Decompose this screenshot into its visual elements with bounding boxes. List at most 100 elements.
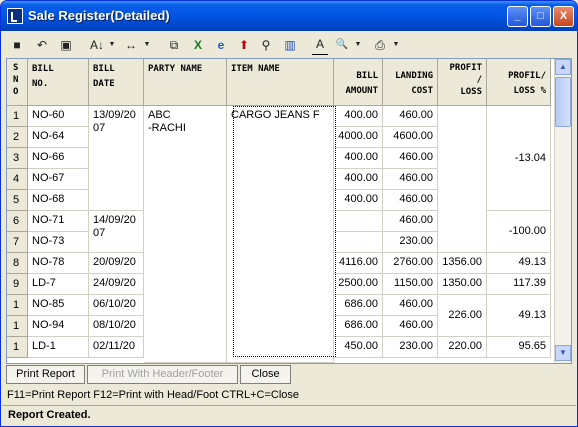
cell-bill-date[interactable]: 13/09/20 07 [89,106,144,211]
cell-bill-amount[interactable]: 686.00 [334,316,383,337]
sort-az-icon[interactable]: A↓ [87,36,107,54]
cell-profit-loss[interactable]: 1350.00 [438,274,487,295]
row-header[interactable]: 1 [7,316,28,337]
row-header[interactable]: 8 [7,253,28,274]
undo-icon[interactable]: ↶ [34,36,50,54]
cell-bill-date[interactable]: 24/09/20 [89,274,144,295]
cell-bill-amount[interactable]: 4000.00 [334,127,383,148]
cell-bill-amount[interactable]: 400.00 [334,148,383,169]
font-icon[interactable]: A [312,36,328,55]
row-header[interactable]: 4 [7,169,28,190]
printer-dropdown-icon[interactable]: ▼ [392,36,400,54]
cell-bill-no[interactable]: NO-68 [28,190,89,211]
cell-landing-cost[interactable]: 460.00 [383,190,438,211]
cell-bill-date[interactable]: 08/10/20 [89,316,144,337]
copy-window-icon[interactable]: ▣ [58,36,74,54]
header-profit-loss[interactable]: PROFIT / LOSS [438,59,487,106]
cell-profit-loss[interactable]: 1356.00 [438,253,487,274]
cell-landing-cost[interactable]: 4600.00 [383,127,438,148]
cell-bill-date[interactable]: 06/10/20 [89,295,144,316]
row-header[interactable]: 1 [7,106,28,127]
cell-bill-no[interactable]: NO-60 [28,106,89,127]
copy-icon[interactable]: ⧉ [166,36,182,54]
cell-bill-amount[interactable]: 400.00 [334,106,383,127]
cell-landing-cost[interactable]: 460.00 [383,148,438,169]
cell-item-name[interactable]: CARGO JEANS F [227,106,334,363]
save-icon[interactable]: ■ [9,36,25,54]
cell-bill-amount[interactable]: 450.00 [334,337,383,358]
cell-landing-cost[interactable]: 230.00 [383,337,438,358]
cell-profit-loss-pct[interactable]: 95.65 [487,337,551,358]
row-header[interactable]: 3 [7,148,28,169]
report-grid[interactable]: S N O BILL NO. BILL DATE PARTY NAME ITEM… [6,58,572,364]
cell-landing-cost[interactable]: 460.00 [383,316,438,337]
row-header[interactable]: 1 [7,337,28,358]
scroll-thumb[interactable] [555,77,571,127]
cell-bill-date[interactable]: 20/09/20 [89,253,144,274]
cell-bill-no[interactable]: LD-1 [28,337,89,358]
cell-bill-no[interactable]: NO-94 [28,316,89,337]
column-width-icon[interactable]: ↔ [121,36,141,54]
cell-bill-amount[interactable] [334,232,383,253]
cell-bill-no[interactable]: NO-85 [28,295,89,316]
header-profit-loss-pct[interactable]: PROFIL/ LOSS % [487,59,551,106]
cell-landing-cost[interactable]: 460.00 [383,106,438,127]
maximize-button[interactable]: □ [530,6,551,27]
cell-profit-loss[interactable]: 220.00 [438,337,487,358]
cell-landing-cost[interactable]: 1150.00 [383,274,438,295]
cell-bill-date[interactable]: 14/09/20 07 [89,211,144,253]
print-preview-dropdown-icon[interactable]: ▼ [354,36,362,54]
cell-bill-no[interactable]: NO-66 [28,148,89,169]
cell-profit-loss[interactable]: 226.00 [438,295,487,337]
cell-landing-cost[interactable]: 460.00 [383,295,438,316]
vertical-scrollbar[interactable]: ▲ ▼ [554,59,571,363]
scroll-up-arrow-icon[interactable]: ▲ [555,59,571,75]
row-header[interactable]: 1 [7,295,28,316]
cell-profit-loss-pct[interactable]: 49.13 [487,295,551,337]
cell-bill-amount[interactable]: 4116.00 [334,253,383,274]
header-item-name[interactable]: ITEM NAME [227,59,334,106]
header-party-name[interactable]: PARTY NAME [144,59,227,106]
cell-landing-cost[interactable]: 230.00 [383,232,438,253]
print-with-header-footer-button[interactable]: Print With Header/Footer [87,365,238,384]
row-header[interactable]: 9 [7,274,28,295]
print-preview-icon[interactable]: 🔍 [334,36,350,54]
row-header[interactable]: 2 [7,127,28,148]
cell-bill-amount[interactable]: 2500.00 [334,274,383,295]
cell-profit-loss-pct[interactable]: 49.13 [487,253,551,274]
minimize-button[interactable]: _ [507,6,528,27]
cell-bill-no[interactable]: NO-64 [28,127,89,148]
header-bill-date[interactable]: BILL DATE [89,59,144,106]
bar-chart-icon[interactable]: ▥ [282,36,298,54]
cell-profit-loss-pct[interactable]: -13.04 [487,106,551,211]
row-header[interactable]: 5 [7,190,28,211]
cell-landing-cost[interactable]: 2760.00 [383,253,438,274]
internet-explorer-icon[interactable]: e [213,36,229,54]
column-width-dropdown-icon[interactable]: ▼ [143,36,151,54]
cell-landing-cost[interactable]: 460.00 [383,211,438,232]
cell-profit-loss-pct[interactable]: 117.39 [487,274,551,295]
printer-icon[interactable]: ⎙ [372,36,388,54]
header-landing-cost[interactable]: LANDING COST [383,59,438,106]
excel-icon[interactable]: X [190,36,206,54]
row-header[interactable]: 7 [7,232,28,253]
header-bill-no[interactable]: BILL NO. [28,59,89,106]
cell-bill-no[interactable]: NO-67 [28,169,89,190]
cell-profit-loss-pct[interactable]: -100.00 [487,211,551,253]
cell-bill-no[interactable]: NO-78 [28,253,89,274]
cell-bill-no[interactable]: NO-73 [28,232,89,253]
cell-landing-cost[interactable]: 460.00 [383,169,438,190]
header-bill-amount[interactable]: BILL AMOUNT [334,59,383,106]
cell-party-name[interactable]: ABC -RACHI [144,106,227,363]
cell-bill-amount[interactable]: 400.00 [334,169,383,190]
find-binoculars-icon[interactable]: ⚲ [258,36,274,54]
print-report-button[interactable]: Print Report [6,365,85,384]
cell-bill-no[interactable]: LD-7 [28,274,89,295]
up-arrow-icon[interactable]: ⬆ [236,36,252,54]
cell-bill-no[interactable]: NO-71 [28,211,89,232]
cell-bill-amount[interactable]: 400.00 [334,190,383,211]
close-button[interactable]: Close [240,365,291,384]
cell-bill-amount[interactable] [334,211,383,232]
cell-bill-date[interactable]: 02/11/20 [89,337,144,358]
row-header[interactable]: 6 [7,211,28,232]
